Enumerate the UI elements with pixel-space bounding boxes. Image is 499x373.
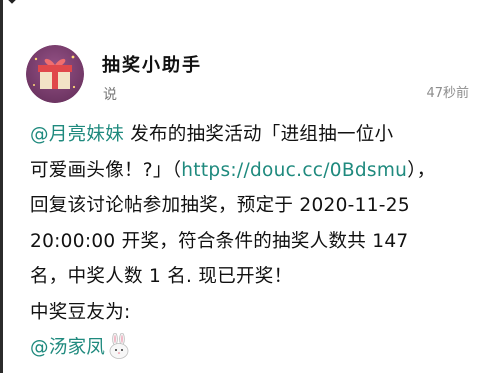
post-body: @月亮妹妹 发布的抽奖活动「进组抽一位小 可爱画头像！?」（https://do… [30,117,480,366]
post-timestamp: 47秒前 [426,86,469,101]
post-line-4: 20:00:00 开奖，符合条件的抽奖人数共 147 [30,230,409,252]
post-line-2: 可爱画头像！?」（https://douc.cc/0Bdsmu）， [30,159,436,181]
rabbit-emoji-icon [109,333,129,359]
chevron-down-icon[interactable] [4,0,20,6]
host-mention-link[interactable]: @月亮妹妹 [30,124,124,145]
post-line-3: 回复该讨论帖参加抽奖，预定于 2020-11-25 [30,195,410,216]
avatar[interactable] [26,45,84,103]
winner-mention-link[interactable]: @汤家凤 [30,337,105,358]
post-action-label: 说 [103,87,117,103]
author-name[interactable]: 抽奖小助手 [102,51,202,77]
post-line-6: 中奖豆友为: [30,301,131,323]
gift-box-avatar-icon [26,45,84,103]
post-line-5: 名，中奖人数 1 名. 现已开奖！ [30,266,293,287]
window-left-edge [0,0,3,373]
lottery-url-link[interactable]: https://douc.cc/0Bdsmu [181,160,407,181]
post-line-1: @月亮妹妹 发布的抽奖活动「进组抽一位小 [30,124,394,145]
post-line-7: @汤家凤 [30,330,480,366]
